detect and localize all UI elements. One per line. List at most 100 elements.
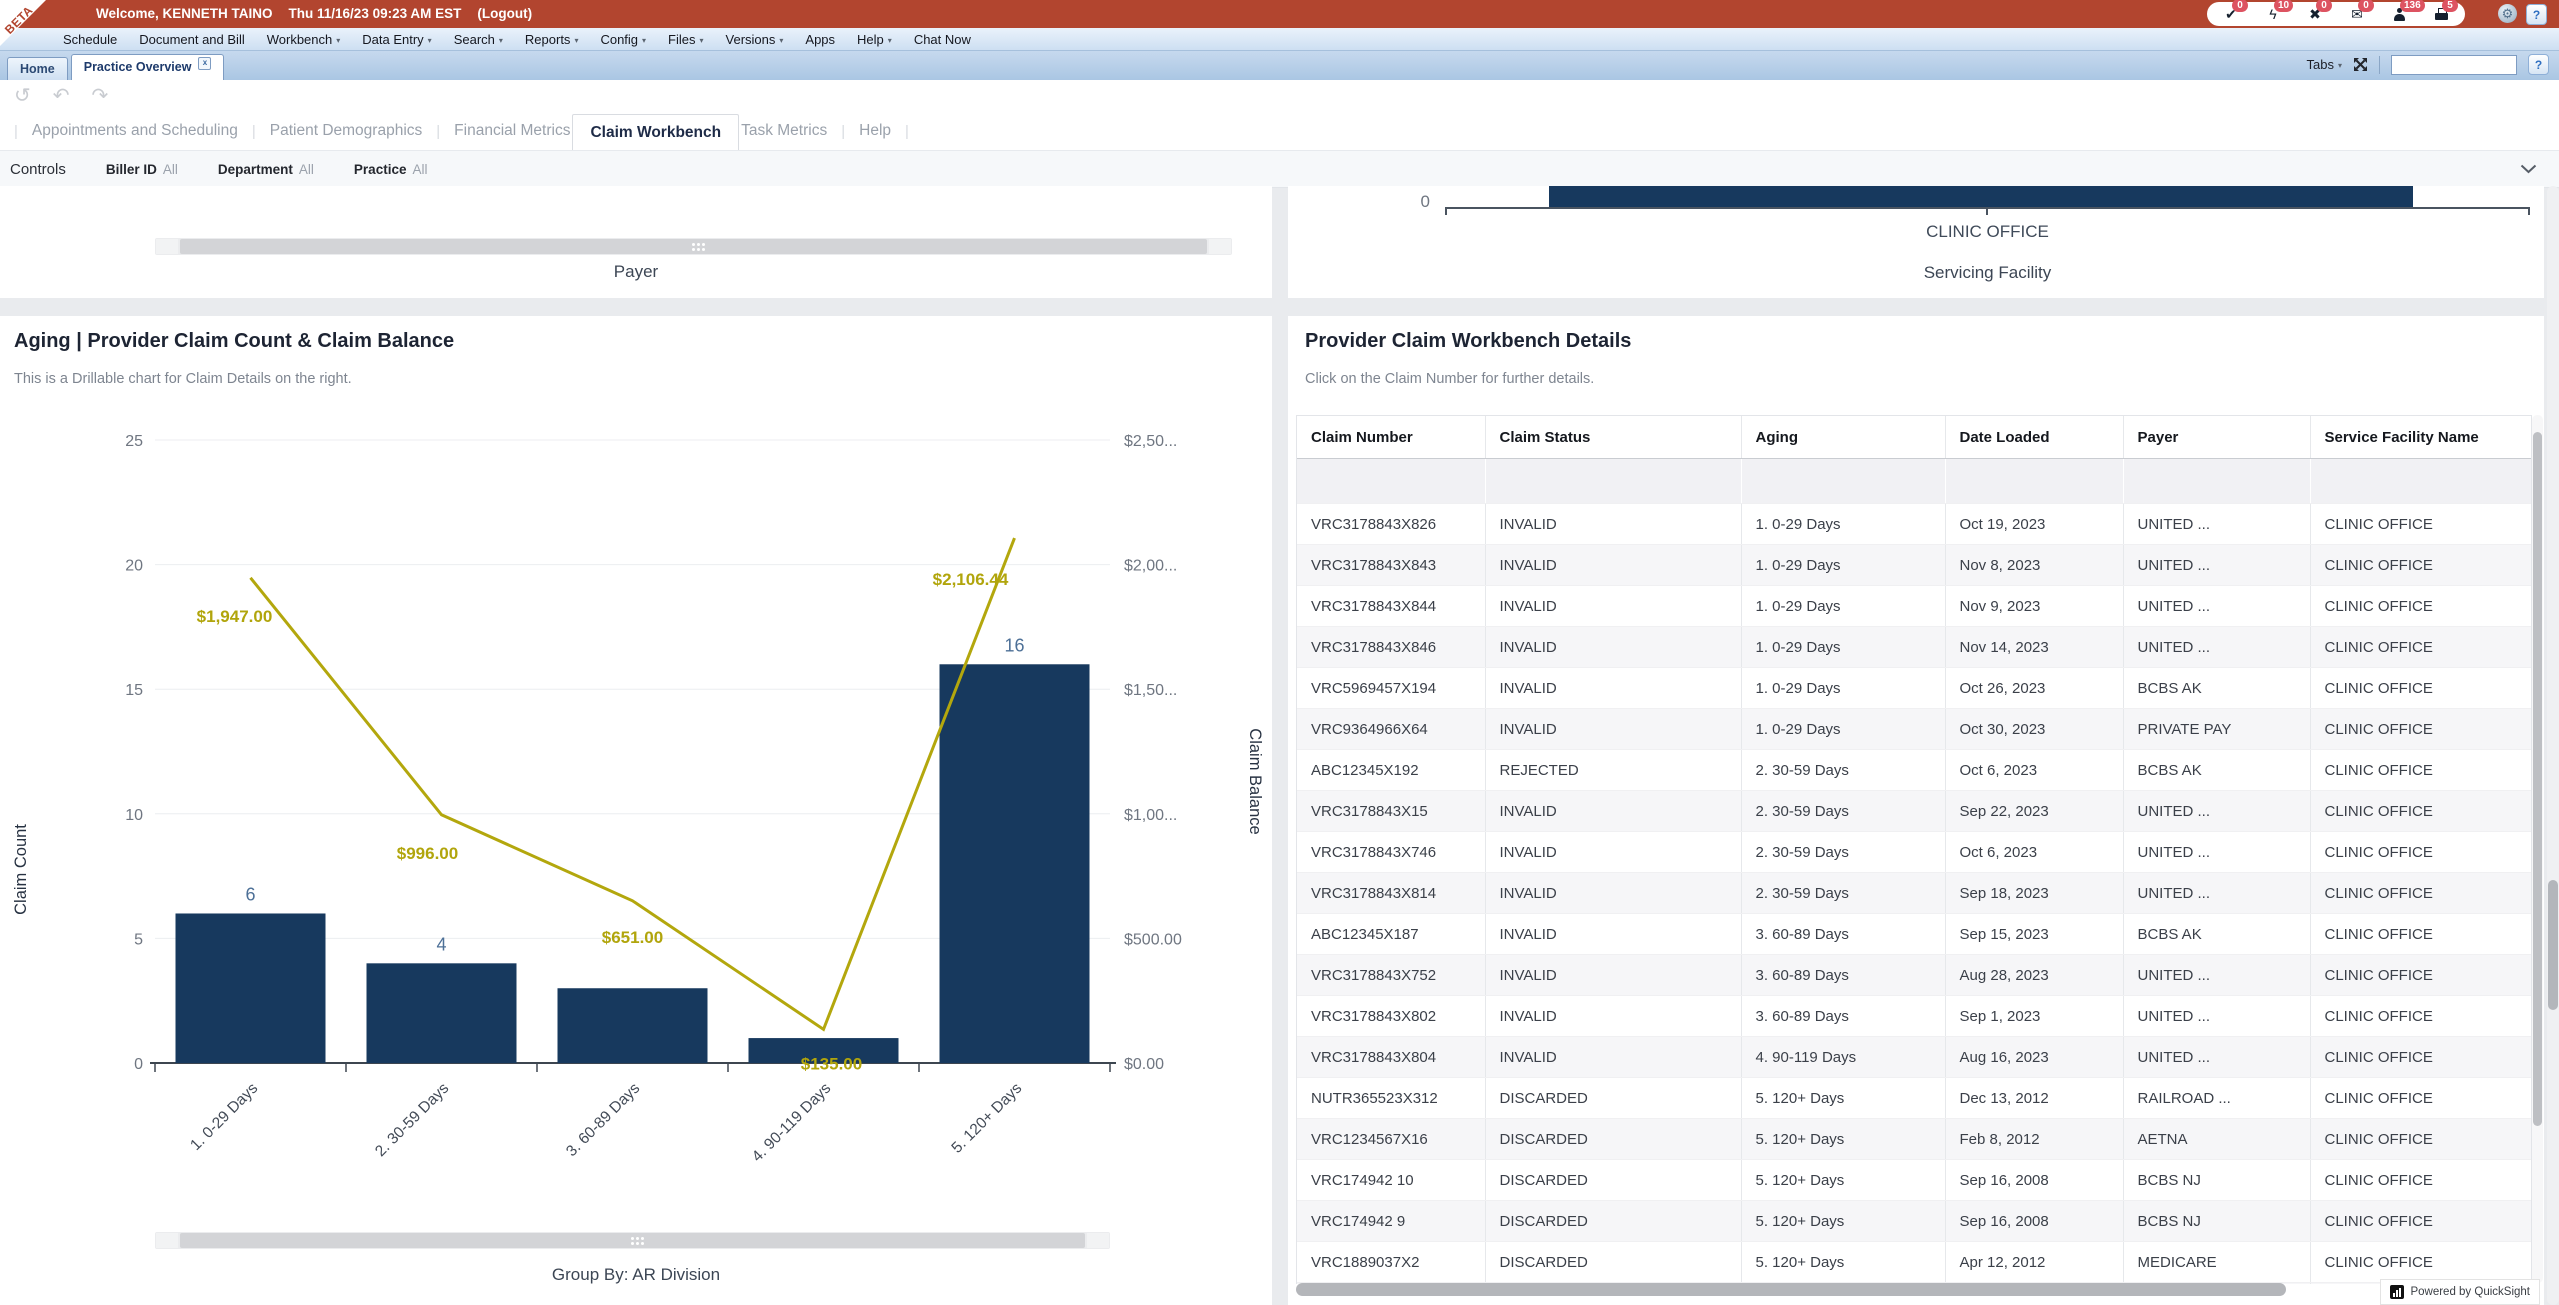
claim-number-cell[interactable]: VRC3178843X752 <box>1297 955 1485 996</box>
claim-number-cell[interactable]: NUTR365523X312 <box>1297 1078 1485 1119</box>
cut-x-icon[interactable]: ✖0 <box>2307 6 2323 22</box>
expand-tabs-icon[interactable] <box>2353 57 2368 72</box>
filter-cell[interactable] <box>2310 459 2531 504</box>
undo-icon[interactable]: ↶ <box>53 86 70 106</box>
claim-number-cell[interactable]: VRC1234567X16 <box>1297 1119 1485 1160</box>
subtab-appointments-and-scheduling[interactable]: Appointments and Scheduling <box>32 122 238 140</box>
menu-item-chat-now[interactable]: Chat Now <box>903 32 982 47</box>
claim-balance-line[interactable] <box>251 538 1015 1029</box>
header-help-button[interactable]: ? <box>2526 4 2547 25</box>
refresh-icon[interactable]: ↺ <box>14 86 31 106</box>
envelope-icon[interactable]: ✉0 <box>2349 6 2365 22</box>
table-cell: CLINIC OFFICE <box>2310 545 2531 586</box>
claim-number-cell[interactable]: VRC3178843X826 <box>1297 504 1485 545</box>
menu-item-schedule[interactable]: Schedule <box>52 32 128 47</box>
details-vscrollbar[interactable] <box>2532 415 2543 1283</box>
fax-icon[interactable]: 5 <box>2433 6 2449 22</box>
menu-item-document-and-bill[interactable]: Document and Bill <box>128 32 256 47</box>
filter-value: All <box>163 162 178 177</box>
claim-number-cell[interactable]: VRC3178843X15 <box>1297 791 1485 832</box>
scroll-right-cap[interactable] <box>1209 239 1231 254</box>
close-icon[interactable]: x <box>198 57 211 70</box>
redo-icon[interactable]: ↷ <box>92 86 109 106</box>
logout-link[interactable]: (Logout) <box>477 0 532 28</box>
subtab-financial-metrics[interactable]: Financial Metrics <box>454 122 570 140</box>
filter-cell[interactable] <box>1485 459 1741 504</box>
table-cell: CLINIC OFFICE <box>2310 1242 2531 1283</box>
claim-number-cell[interactable]: VRC9364966X64 <box>1297 709 1485 750</box>
claim-details-table: Claim NumberClaim StatusAgingDate Loaded… <box>1297 416 2531 1284</box>
subtab-task-metrics[interactable]: Task Metrics <box>741 122 827 140</box>
scroll-thumb[interactable] <box>180 239 1207 254</box>
scroll-thumb[interactable] <box>2548 880 2558 1010</box>
claim-number-cell[interactable]: VRC1889037X2 <box>1297 1242 1485 1283</box>
details-hscrollbar[interactable] <box>1296 1283 2286 1296</box>
lightning-icon[interactable]: ϟ10 <box>2265 6 2281 22</box>
subtab-claim-workbench[interactable]: Claim Workbench <box>572 114 739 153</box>
filter-practice[interactable]: PracticeAll <box>354 162 428 177</box>
claim-number-cell[interactable]: ABC12345X192 <box>1297 750 1485 791</box>
page-vscrollbar[interactable] <box>2547 186 2559 1305</box>
table-cell: CLINIC OFFICE <box>2310 1160 2531 1201</box>
column-header-payer: Payer <box>2123 416 2310 459</box>
claim-number-cell[interactable]: ABC12345X187 <box>1297 914 1485 955</box>
tabs-dropdown[interactable]: Tabs▾ <box>2307 57 2342 72</box>
menu-item-apps[interactable]: Apps <box>794 32 846 47</box>
subtab-patient-demographics[interactable]: Patient Demographics <box>270 122 423 140</box>
filter-cell[interactable] <box>1741 459 1945 504</box>
filter-cell[interactable] <box>1945 459 2123 504</box>
filter-cell[interactable] <box>1297 459 1485 504</box>
bar-1-0-29-days[interactable] <box>176 913 326 1063</box>
table-cell: BCBS AK <box>2123 750 2310 791</box>
menu-item-data-entry[interactable]: Data Entry▾ <box>351 32 442 47</box>
tab-home[interactable]: Home <box>7 57 68 80</box>
bar-5-120-days[interactable] <box>940 664 1090 1063</box>
scroll-left-cap[interactable] <box>156 239 178 254</box>
menu-item-config[interactable]: Config▾ <box>589 32 657 47</box>
check-icon[interactable]: ✔0 <box>2223 6 2239 22</box>
claim-number-cell[interactable]: VRC3178843X846 <box>1297 627 1485 668</box>
menu-item-workbench[interactable]: Workbench▾ <box>256 32 352 47</box>
person-icon[interactable]: 136 <box>2391 6 2407 22</box>
menu-item-search[interactable]: Search▾ <box>443 32 514 47</box>
menu-item-files[interactable]: Files▾ <box>657 32 714 47</box>
claim-number-cell[interactable]: VRC174942 10 <box>1297 1160 1485 1201</box>
claim-number-cell[interactable]: VRC3178843X802 <box>1297 996 1485 1037</box>
payer-chart-hscrollbar[interactable] <box>155 238 1232 255</box>
table-cell: Nov 8, 2023 <box>1945 545 2123 586</box>
table-cell: Nov 9, 2023 <box>1945 586 2123 627</box>
bar-2-30-59-days[interactable] <box>367 963 517 1063</box>
aging-chart-hscrollbar[interactable] <box>155 1232 1110 1249</box>
filter-biller-id[interactable]: Biller IDAll <box>106 162 178 177</box>
scroll-thumb[interactable] <box>2533 432 2542 1126</box>
chevron-down-icon[interactable] <box>2520 164 2537 174</box>
menu-item-help[interactable]: Help▾ <box>846 32 903 47</box>
bar-3-60-89-days[interactable] <box>558 988 708 1063</box>
quick-search-input[interactable] <box>2391 55 2517 75</box>
claim-number-cell[interactable]: VRC174942 9 <box>1297 1201 1485 1242</box>
claim-number-cell[interactable]: VRC3178843X804 <box>1297 1037 1485 1078</box>
menu-item-reports[interactable]: Reports▾ <box>514 32 590 47</box>
table-row: VRC1889037X2DISCARDED5. 120+ DaysApr 12,… <box>1297 1242 2531 1283</box>
claim-number-cell[interactable]: VRC3178843X844 <box>1297 586 1485 627</box>
table-cell: 5. 120+ Days <box>1741 1201 1945 1242</box>
tabbar-help-button[interactable]: ? <box>2528 54 2549 75</box>
claim-number-cell[interactable]: VRC5969457X194 <box>1297 668 1485 709</box>
claim-number-cell[interactable]: VRC3178843X814 <box>1297 873 1485 914</box>
menu-item-versions[interactable]: Versions▾ <box>715 32 795 47</box>
scroll-thumb[interactable] <box>180 1233 1085 1248</box>
table-cell: DISCARDED <box>1485 1201 1741 1242</box>
scroll-right-cap[interactable] <box>1087 1233 1109 1248</box>
table-row: VRC3178843X746INVALID2. 30-59 DaysOct 6,… <box>1297 832 2531 873</box>
subtab-help[interactable]: Help <box>859 122 891 140</box>
gear-icon[interactable]: ⚙ <box>2498 4 2517 23</box>
table-cell: CLINIC OFFICE <box>2310 504 2531 545</box>
claim-number-cell[interactable]: VRC3178843X843 <box>1297 545 1485 586</box>
claim-number-cell[interactable]: VRC3178843X746 <box>1297 832 1485 873</box>
right-axis-tick-label: $1,00... <box>1124 807 1177 824</box>
facility-bar[interactable] <box>1549 186 2413 207</box>
filter-department[interactable]: DepartmentAll <box>218 162 314 177</box>
scroll-left-cap[interactable] <box>156 1233 178 1248</box>
filter-cell[interactable] <box>2123 459 2310 504</box>
tab-practice-overview[interactable]: Practice Overviewx <box>71 54 225 80</box>
